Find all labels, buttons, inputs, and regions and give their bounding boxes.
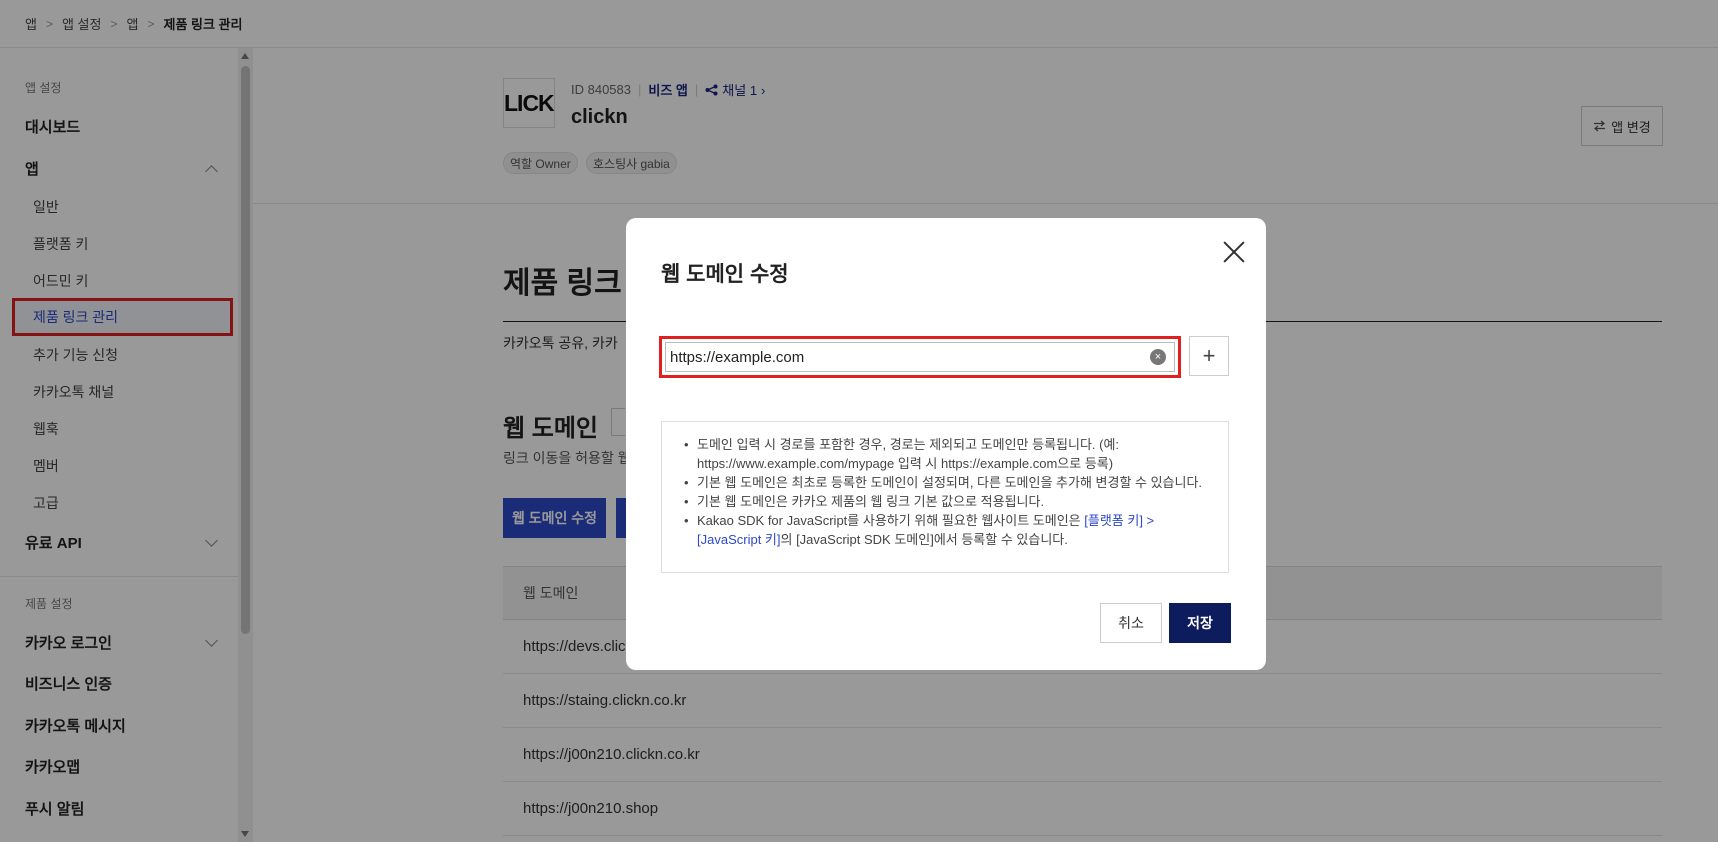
notice-item: Kakao SDK for JavaScript를 사용하기 위해 필요한 웹사… <box>684 511 1212 549</box>
notice-item: 기본 웹 도메인은 최초로 등록한 도메인이 설정되며, 다른 도메인을 추가해… <box>684 473 1212 492</box>
notice-item: 도메인 입력 시 경로를 포함한 경우, 경로는 제외되고 도메인만 등록됩니다… <box>684 435 1212 473</box>
clear-input-icon[interactable]: × <box>1150 349 1166 365</box>
close-icon[interactable] <box>1222 240 1246 264</box>
save-button[interactable]: 저장 <box>1169 603 1231 643</box>
notice-item: 기본 웹 도메인은 카카오 제품의 웹 링크 기본 값으로 적용됩니다. <box>684 492 1212 511</box>
edit-web-domain-modal: 웹 도메인 수정 × + 도메인 입력 시 경로를 포함한 경우, 경로는 제외… <box>626 218 1266 670</box>
notice-text: 의 [JavaScript SDK 도메인]에서 등록할 수 있습니다. <box>780 532 1068 547</box>
modal-title: 웹 도메인 수정 <box>661 263 789 286</box>
domain-input[interactable] <box>662 339 1178 375</box>
add-domain-button[interactable]: + <box>1189 336 1229 376</box>
notice-box: 도메인 입력 시 경로를 포함한 경우, 경로는 제외되고 도메인만 등록됩니다… <box>661 421 1229 573</box>
cancel-button[interactable]: 취소 <box>1100 603 1162 643</box>
notice-text: Kakao SDK for JavaScript를 사용하기 위해 필요한 웹사… <box>697 513 1085 528</box>
domain-input-wrapper: × <box>659 336 1181 378</box>
